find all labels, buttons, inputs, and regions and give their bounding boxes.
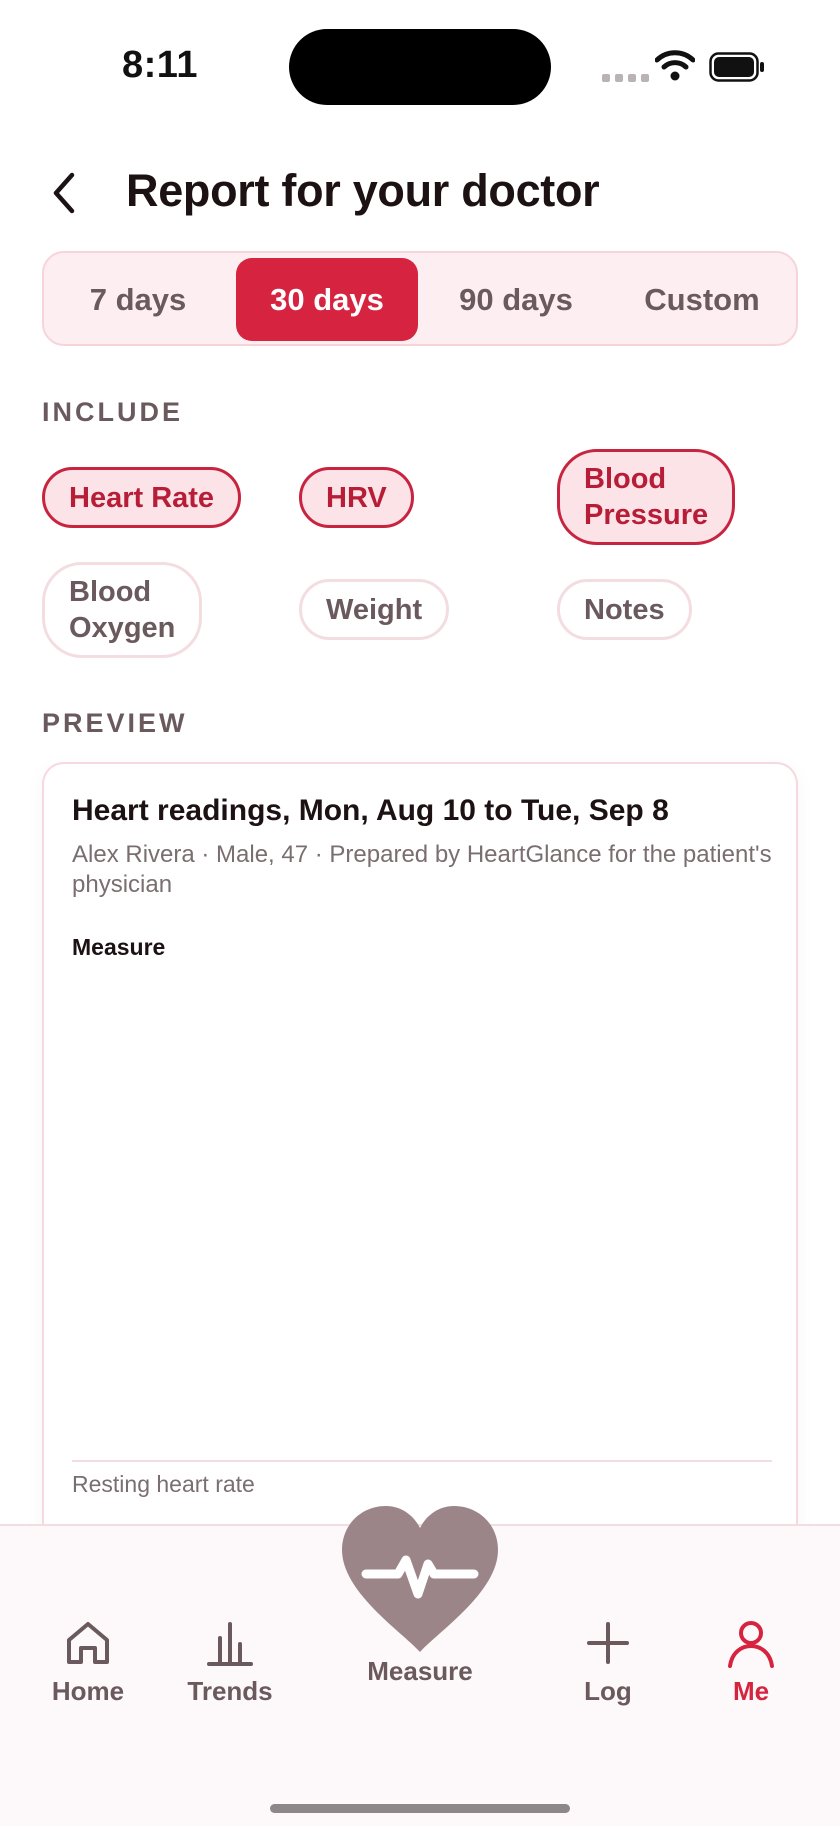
tab-me[interactable]: Me (691, 1616, 811, 1707)
resting-heart-rate-row: Resting heart rate (72, 1471, 255, 1497)
home-indicator (270, 1804, 570, 1813)
chip-weight[interactable]: Weight (299, 579, 450, 640)
dynamic-island (289, 29, 551, 105)
tab-log-label: Log (584, 1676, 632, 1706)
wifi-icon (655, 50, 695, 81)
status-time: 8:11 (122, 44, 198, 86)
include-section-label: INCLUDE (42, 397, 183, 427)
tab-trends[interactable]: Trends (170, 1616, 290, 1707)
range-7-days[interactable]: 7 days (48, 258, 228, 341)
report-preview-card: Heart readings, Mon, Aug 10 to Tue, Sep … (42, 762, 798, 1582)
range-segmented-control: 7 days 30 days 90 days Custom (42, 251, 798, 346)
divider (72, 1460, 772, 1462)
tab-home-label: Home (51, 1676, 125, 1706)
page-title: Report for your doctor (126, 165, 600, 216)
heart-pulse-icon[interactable] (340, 1504, 500, 1654)
chip-notes[interactable]: Notes (557, 579, 692, 640)
tab-home[interactable]: Home (28, 1616, 148, 1707)
tab-trends-label: Trends (187, 1676, 273, 1706)
report-title: Heart readings, Mon, Aug 10 to Tue, Sep … (72, 794, 669, 827)
home-icon (67, 1622, 109, 1664)
range-90-days[interactable]: 90 days (424, 258, 608, 341)
person-icon (728, 1621, 774, 1668)
measure-column-header: Measure (72, 934, 166, 960)
tab-measure-label[interactable]: Measure (340, 1656, 500, 1687)
back-button[interactable] (44, 168, 84, 218)
range-custom[interactable]: Custom (610, 258, 794, 341)
battery-icon (709, 52, 764, 82)
tab-me-label: Me (732, 1676, 770, 1706)
report-subtitle: Alex Rivera · Male, 47 · Prepared by Hea… (72, 841, 772, 898)
chip-heart-rate[interactable]: Heart Rate (42, 467, 242, 528)
preview-section-label: PREVIEW (42, 708, 188, 738)
plus-icon (587, 1622, 629, 1664)
chip-blood-pressure[interactable]: Blood Pressure (557, 449, 735, 545)
tab-bar: Home Trends Measure Log Me (0, 1506, 840, 1826)
range-30-days[interactable]: 30 days (236, 258, 418, 341)
bar-chart-icon (207, 1622, 253, 1666)
chip-hrv[interactable]: HRV (299, 467, 414, 528)
chip-blood-oxygen[interactable]: Blood Oxygen (42, 562, 202, 658)
tab-log[interactable]: Log (548, 1616, 668, 1707)
cellular-signal-icon (602, 74, 649, 82)
chevron-left-icon (53, 172, 75, 214)
